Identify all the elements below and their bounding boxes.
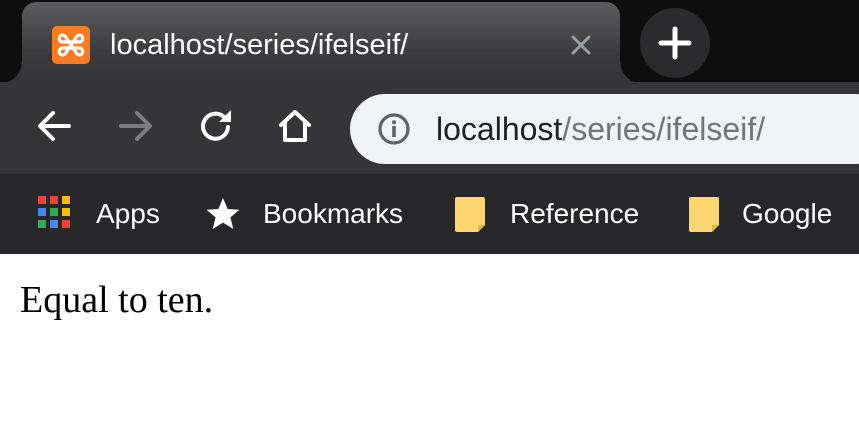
bookmark-bookmarks[interactable]: Bookmarks <box>205 190 403 238</box>
bookmark-reference[interactable]: Reference <box>454 190 639 238</box>
arrow-right-icon <box>119 111 152 141</box>
bookmark-label: Apps <box>96 198 160 229</box>
folder-icon <box>689 197 719 232</box>
folder-icon <box>455 197 485 232</box>
reload-icon <box>201 110 231 141</box>
apps-grid-icon <box>38 196 74 232</box>
plus-icon <box>658 26 692 60</box>
bookmark-label: Bookmarks <box>263 198 404 229</box>
back-button[interactable] <box>33 104 77 148</box>
bookmark-label: Reference <box>510 198 640 229</box>
home-button[interactable] <box>273 104 317 148</box>
bookmark-label: Google <box>742 198 833 229</box>
page-content: Equal to ten. <box>0 254 859 436</box>
close-icon[interactable] <box>566 30 596 60</box>
address-bar[interactable]: localhost/series/ifelseif/ <box>350 94 859 164</box>
info-icon[interactable] <box>376 111 412 147</box>
home-icon <box>279 110 311 142</box>
browser-chrome: localhost/series/ifelseif/ localhost/ser… <box>0 0 859 254</box>
star-icon <box>206 198 240 229</box>
arrow-left-icon <box>38 111 71 141</box>
bookmarks-bar: Apps Bookmarks Reference Google <box>0 174 859 254</box>
xampp-icon <box>52 26 90 64</box>
url-path: /series/ifelseif/ <box>562 111 766 147</box>
forward-button[interactable] <box>113 104 157 148</box>
new-tab-button[interactable] <box>640 8 710 78</box>
reload-button[interactable] <box>194 104 238 148</box>
tab-title: localhost/series/ifelseif/ <box>110 29 409 61</box>
url-text[interactable]: localhost/series/ifelseif/ <box>436 108 765 150</box>
tab-strip: localhost/series/ifelseif/ <box>0 0 859 84</box>
url-host: localhost <box>436 111 563 147</box>
toolbar: localhost/series/ifelseif/ <box>0 82 859 176</box>
bookmark-apps[interactable]: Apps <box>38 190 160 238</box>
bookmark-google[interactable]: Google <box>688 190 832 238</box>
active-tab[interactable]: localhost/series/ifelseif/ <box>0 2 642 84</box>
page-body-text: Equal to ten. <box>20 279 214 321</box>
